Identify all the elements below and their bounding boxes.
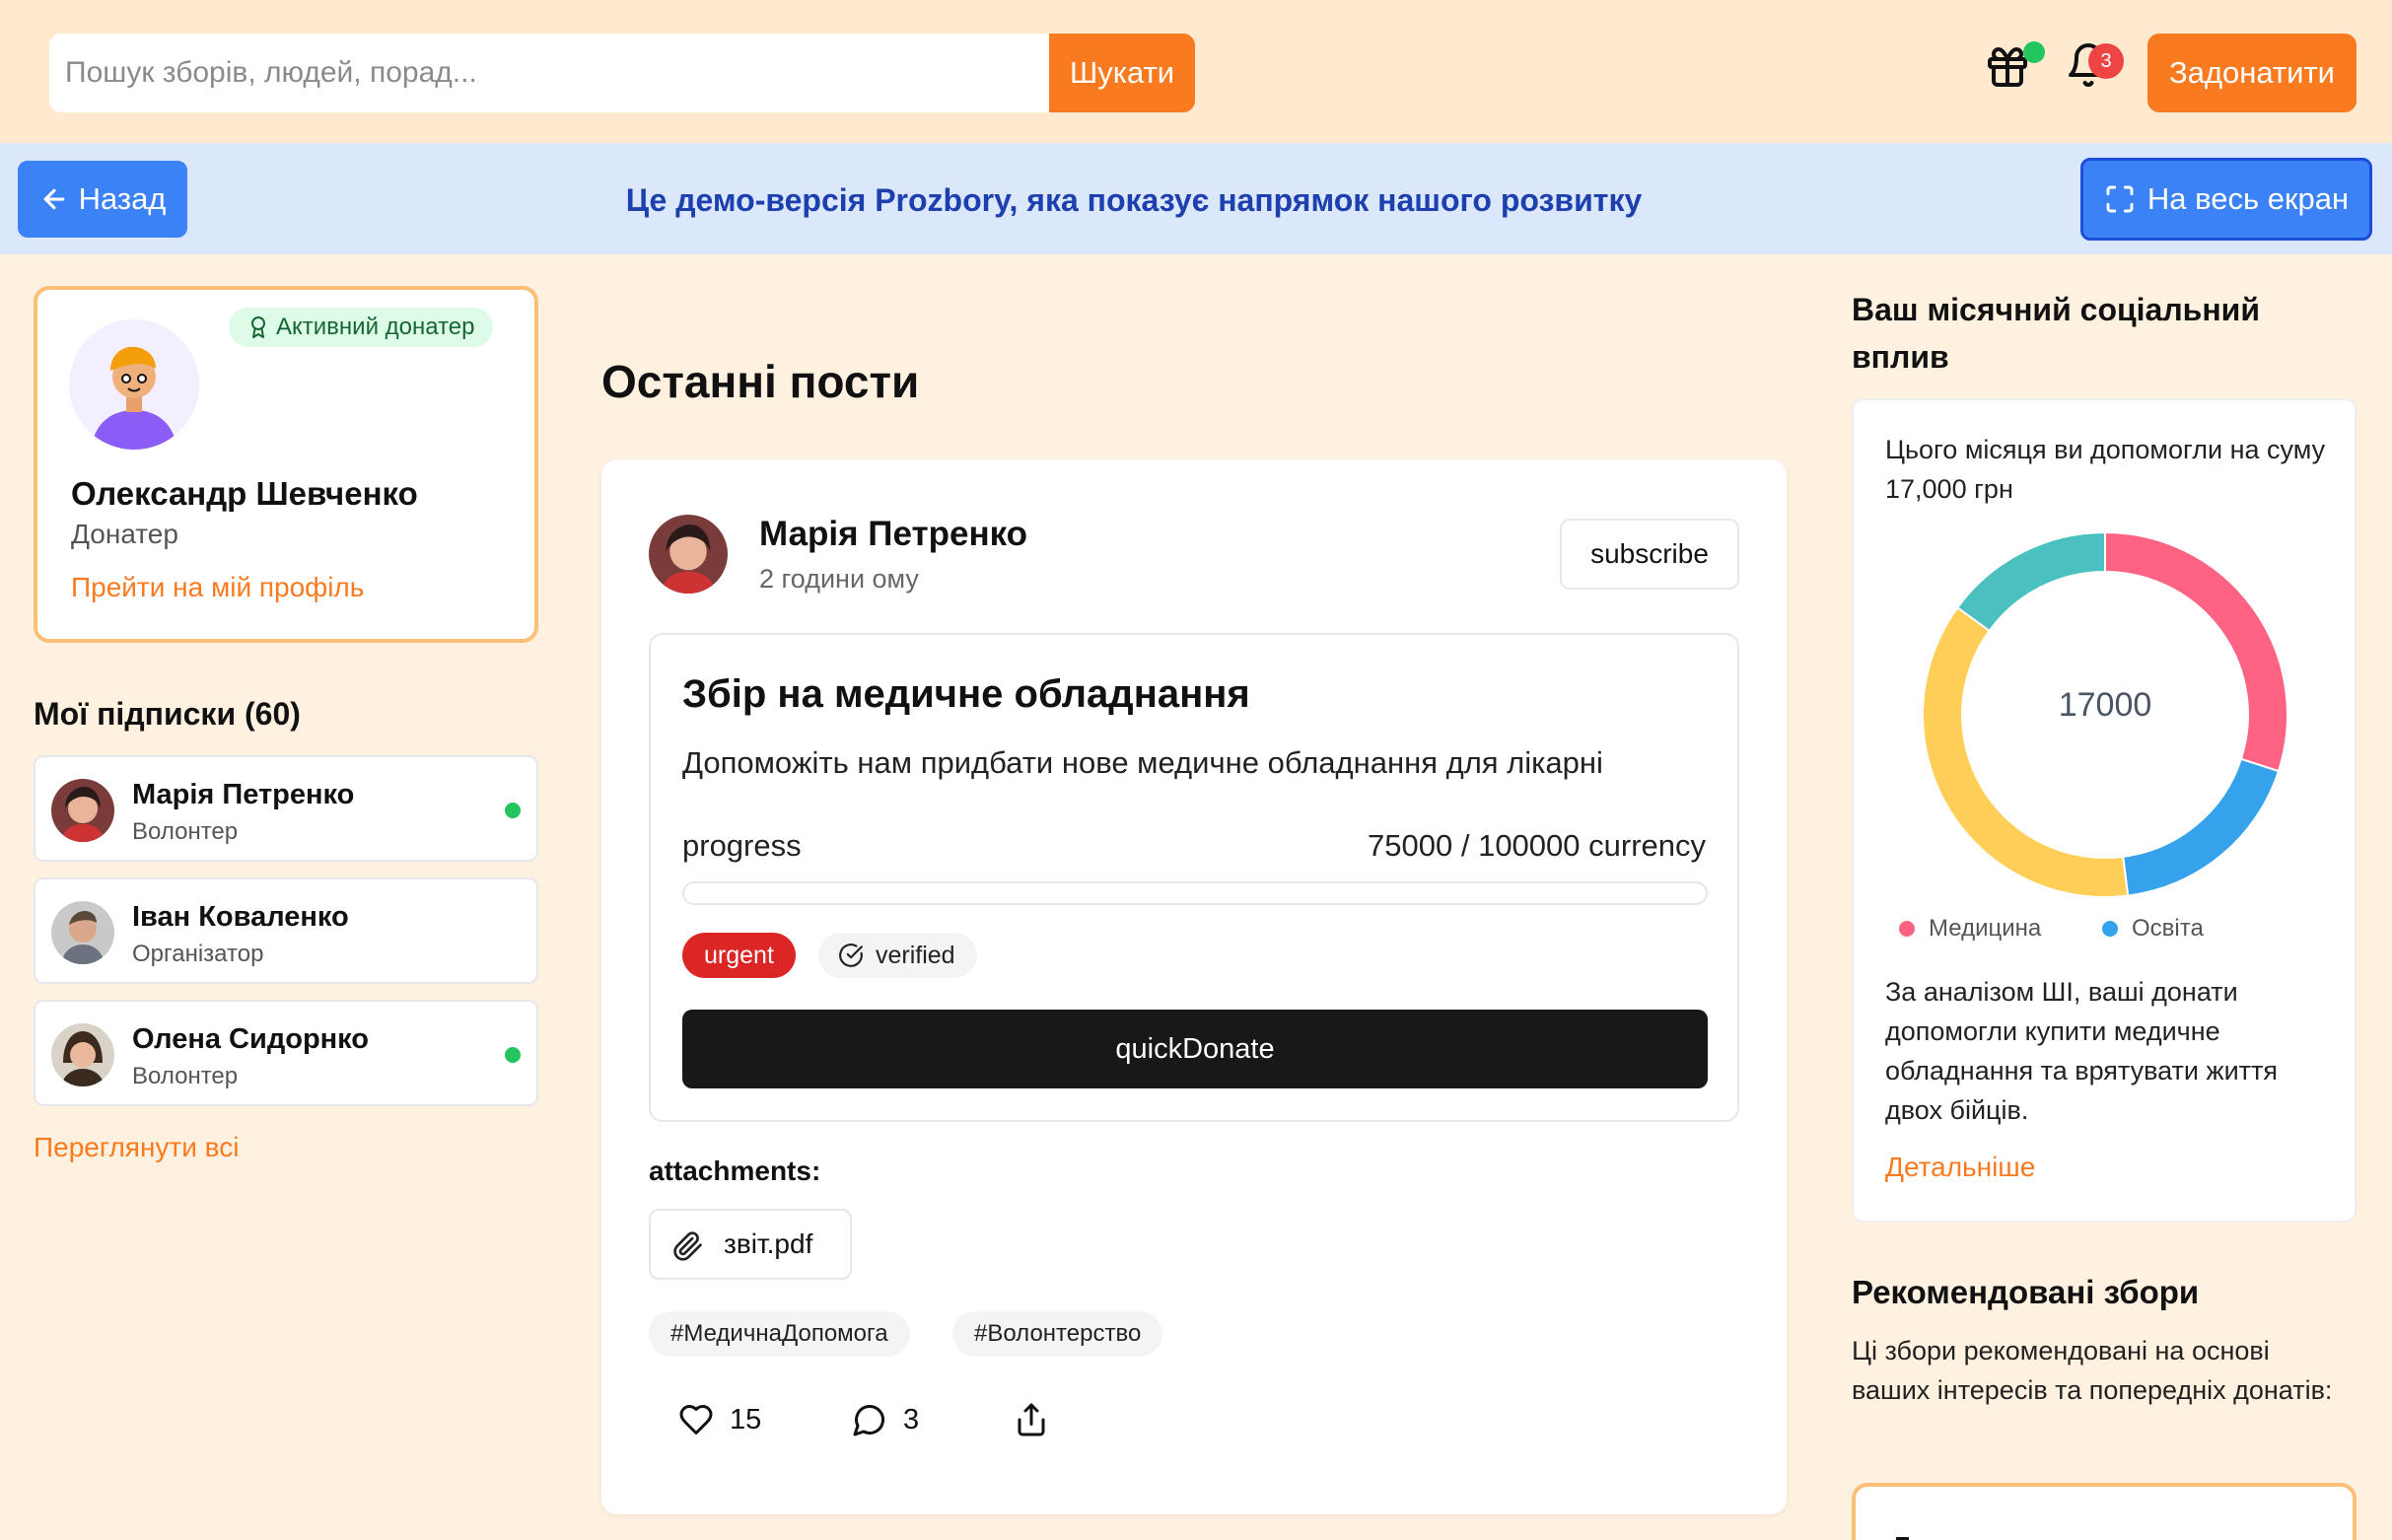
active-donor-badge: Активний донатер [229,308,493,347]
subscription-name: Іван Коваленко [132,901,349,933]
fullscreen-button-label: На весь екран [2146,181,2350,216]
fundraiser-title: Збір на медичне обладнання [682,672,1250,716]
profile-name: Олександр Шевченко [71,475,418,512]
share-button[interactable] [1014,1402,1049,1437]
comment-button[interactable]: 3 [852,1402,919,1437]
legend-item-education[interactable]: Освіта [2102,915,2204,943]
like-count: 15 [730,1403,762,1435]
attachment-filename: звіт.pdf [724,1228,813,1259]
gift-indicator-dot [2023,41,2045,63]
profile-role: Донатер [71,519,178,549]
subscription-role: Організатор [132,941,264,967]
progress-value: 75000 / 100000 currency [1368,828,1706,863]
subscription-role: Волонтер [132,1063,239,1089]
comment-icon [853,1404,885,1436]
details-link[interactable]: Детальніше [1885,1152,2035,1183]
hashtag[interactable]: #Волонтерство [952,1311,1163,1357]
donut-slice-0[interactable] [2104,532,2287,773]
heart-icon [679,1405,713,1435]
post-card: Марія Петренко 2 години ому subscribe Зб… [601,459,1787,1514]
progress-label: progress [682,828,802,863]
subscription-name: Олена Сидорнко [132,1023,370,1055]
list-item[interactable]: Іван Коваленко Організатор [34,877,538,984]
donut-center-value: 17000 [2058,686,2152,724]
fundraiser-box: Збір на медичне обладнання Допоможіть на… [649,633,1739,1122]
subscriptions-title: Мої підписки (60) [34,696,301,732]
demo-banner: Назад Це демо-версія Prozbory, яка показ… [0,143,2392,254]
donut-slice-1[interactable] [2122,757,2281,897]
legend-swatch [2102,921,2118,937]
avatar [51,1023,114,1086]
share-icon [1018,1403,1045,1436]
legend-swatch [1899,921,1915,937]
search-input[interactable] [49,34,1049,112]
recommended-title: Рекомендовані збори [1852,1274,2200,1310]
attachment-file[interactable]: звіт.pdf [649,1209,852,1280]
avatar [69,319,199,450]
hashtag[interactable]: #МедичнаДопомога [649,1311,910,1357]
fullscreen-button[interactable]: На весь екран [2080,158,2372,241]
avatar[interactable] [649,515,728,594]
award-icon [251,316,265,338]
paperclip-icon [673,1231,702,1261]
online-indicator [505,1047,521,1063]
subscription-role: Волонтер [132,818,239,845]
like-button[interactable]: 15 [678,1402,761,1437]
subscribe-button[interactable]: subscribe [1560,519,1739,590]
avatar [51,779,114,842]
donut-slice-2[interactable] [1923,605,2130,897]
recommended-card[interactable]: Допомога переселенцям [1852,1483,2357,1540]
demo-banner-text: Це демо-версія Prozbory, яка показує нап… [625,182,1643,218]
quick-donate-button[interactable]: quickDonate [682,1010,1708,1088]
verified-tag-label: verified [876,941,955,969]
search-bar: Шукати [49,34,1195,112]
post-author[interactable]: Марія Петренко [759,515,1027,554]
list-item[interactable]: Олена Сидорнко Волонтер [34,1000,538,1106]
feed-title: Останні пости [601,356,920,407]
impact-card: Цього місяця ви допомогли на суму 17,000… [1852,398,2357,1223]
legend-label: Освіта [2132,915,2204,942]
donut-slice-3[interactable] [1955,532,2106,633]
fullscreen-icon [2106,185,2134,213]
impact-title: Ваш місячний соціальний вплив [1852,292,2261,375]
legend-item-medicine[interactable]: Медицина [1899,915,2041,943]
progress-bar-fill [684,883,1450,903]
subscription-name: Марія Петренко [132,779,355,810]
profile-card: Активний донатер Олександр Шевченко Дона… [34,286,538,643]
avatar [51,901,114,964]
verified-tag: verified [818,933,977,978]
view-all-link[interactable]: Переглянути всі [34,1132,239,1163]
donate-button[interactable]: Задонатити [2147,34,2357,112]
comment-count: 3 [903,1403,920,1435]
notification-count-badge: 3 [2088,43,2124,79]
attachments-label: attachments: [649,1155,821,1186]
top-bar: Шукати 3 Задонатити [0,0,2392,143]
list-item[interactable]: Марія Петренко Волонтер [34,755,538,862]
post-timestamp: 2 години ому [759,564,919,594]
recommended-description: Ці збори рекомендовані на основі ваших і… [1852,1336,2333,1405]
impact-ai-text: За аналізом ШІ, ваші донати допомогли ку… [1885,977,2278,1125]
active-donor-badge-label: Активний донатер [276,314,475,340]
fundraiser-description: Допоможіть нам придбати нове медичне обл… [682,745,1603,780]
progress-bar [682,881,1708,905]
recommended-card-title: Допомога переселенцям [1889,1530,2288,1540]
check-circle-icon [839,944,863,967]
online-indicator [505,803,521,818]
search-button[interactable]: Шукати [1049,34,1195,112]
impact-summary: Цього місяця ви допомогли на суму 17,000… [1885,435,2326,504]
urgent-tag: urgent [682,933,796,978]
profile-link[interactable]: Прейти на мій профіль [71,572,364,603]
legend-label: Медицина [1929,915,2042,942]
